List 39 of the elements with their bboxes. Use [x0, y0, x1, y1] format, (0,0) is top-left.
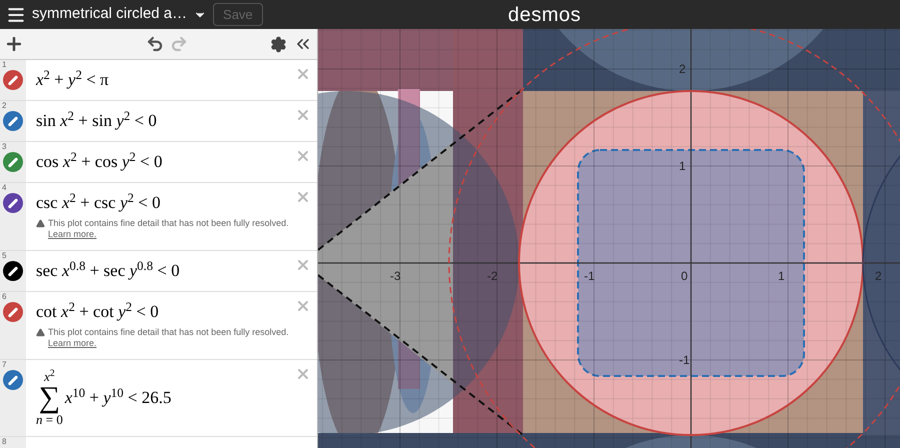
y-axis-label: 1	[679, 159, 686, 173]
expression-number: 4	[1, 183, 6, 193]
expression-number: 3	[1, 142, 6, 152]
warning-icon	[36, 219, 45, 228]
add-icon[interactable]	[4, 34, 24, 54]
sum-lower-limit: n = 0	[36, 413, 63, 426]
x-axis-label: -2	[487, 269, 498, 283]
math-expression[interactable]: cos x$^{2}$ + cos y$^{2}$ < 0	[36, 152, 289, 172]
expression-number: 5	[1, 251, 6, 261]
desmos-logo: desmos	[508, 2, 582, 28]
graph-canvas[interactable]: -3 -2 -1 0 1 2 2 1 -1	[318, 29, 900, 448]
undo-icon[interactable]	[146, 35, 164, 53]
math-expression[interactable]: sin x$^{2}$ + sin y$^{2}$ < 0	[36, 111, 289, 131]
y-axis-label: -1	[679, 353, 690, 367]
math-expression[interactable]: x$^{10}$ + y$^{10}$ < 26.5	[64, 385, 172, 411]
sum-symbol: ∑	[38, 383, 60, 413]
math-expression[interactable]: cot x$^{2}$ + cot y$^{2}$ < 0	[36, 302, 289, 322]
y-axis-label: 2	[679, 62, 686, 76]
expression-number: 6	[1, 292, 6, 302]
warning-message: This plot contains fine detail that has not been fully resolved. Learn more.	[48, 327, 289, 349]
learn-more-link[interactable]: Learn more.	[48, 338, 97, 348]
x-axis-label: 0	[681, 269, 688, 283]
x-axis-label: -1	[584, 269, 595, 283]
expression-number: 7	[1, 360, 6, 370]
x-axis-label: -3	[390, 269, 401, 283]
expression-number: 8	[1, 437, 6, 447]
expression-number: 1	[1, 60, 6, 70]
sum-upper-limit: x$^{2}$	[44, 370, 55, 383]
x-axis-label: 1	[778, 269, 785, 283]
learn-more-link[interactable]: Learn more.	[48, 229, 97, 239]
warning-message: This plot contains fine detail that has not been fully resolved. Learn more.	[48, 218, 289, 240]
expression-number: 2	[1, 101, 6, 111]
settings-icon[interactable]	[270, 36, 287, 52]
graph-title[interactable]: symmetrical circled a…	[32, 3, 188, 26]
x-axis-label: 2	[875, 269, 882, 283]
math-expression[interactable]: sec x$^{0.8}$ + sec y$^{0.8}$ < 0	[36, 261, 289, 281]
math-expression[interactable]: csc x$^{2}$ + csc y$^{2}$ < 0	[36, 193, 289, 213]
warning-icon	[36, 328, 45, 337]
math-expression[interactable]: x$^{2}$ + y$^{2}$ < π	[36, 70, 289, 90]
